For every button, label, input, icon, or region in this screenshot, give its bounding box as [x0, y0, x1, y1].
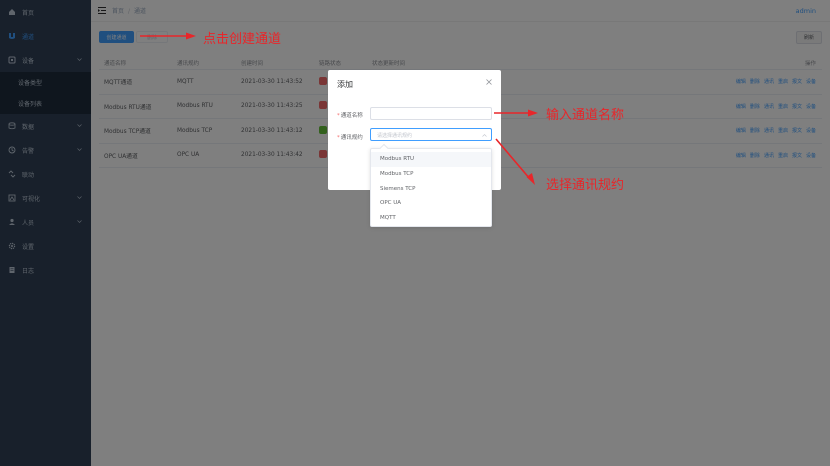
protocol-label: *通讯规约 — [337, 135, 363, 141]
protocol-option[interactable]: Modbus TCP — [371, 167, 491, 182]
protocol-placeholder: 请选择通讯规约 — [377, 133, 413, 139]
protocol-option[interactable]: MQTT — [371, 211, 491, 226]
protocol-dropdown: Modbus RTU Modbus TCP Siemens TCP OPC UA MQT… — [370, 143, 492, 227]
chevron-up-icon — [482, 134, 487, 137]
channel-name-label: *通道名称 — [337, 113, 363, 119]
protocol-option[interactable]: OPC UA — [371, 196, 491, 211]
close-icon[interactable] — [486, 79, 492, 85]
protocol-option[interactable]: Modbus RTU — [371, 152, 491, 167]
dialog-title: 添加 — [337, 80, 353, 89]
annotation-select-protocol: 选择通讯规约 — [546, 178, 625, 193]
protocol-option[interactable]: Siemens TCP — [371, 181, 491, 196]
annotation-create-channel: 点击创建通道 — [203, 32, 282, 47]
annotation-enter-name: 输入通道名称 — [546, 108, 625, 123]
channel-name-input[interactable] — [370, 107, 492, 120]
protocol-select[interactable]: 请选择通讯规约 — [370, 128, 492, 141]
